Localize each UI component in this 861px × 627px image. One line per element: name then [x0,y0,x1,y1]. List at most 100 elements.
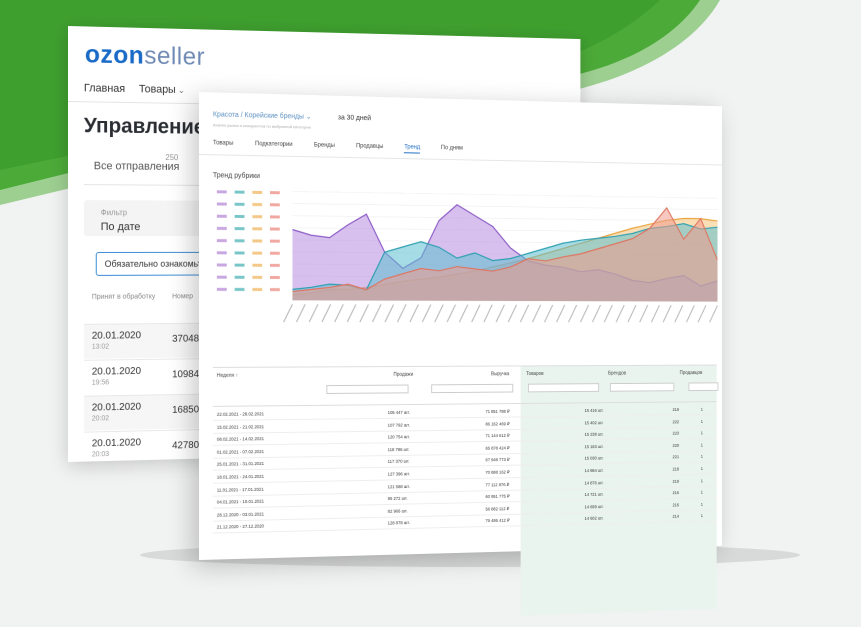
logo-seller-text: seller [144,41,206,71]
column-header[interactable]: Неделя ↑ [217,373,238,379]
x-tick-label [284,304,293,322]
axis-tick-label [270,215,280,219]
x-tick-label [686,305,694,322]
cell-week: 22.02.2021 - 28.02.2021 [216,411,265,417]
cell-sales: 128 878 шт. [387,520,410,526]
tab-2[interactable]: Бренды [314,142,335,151]
trend-chart [217,182,718,347]
x-tick-label [459,305,467,322]
cell-goods: 14 602 шт. [584,515,604,522]
axis-tick-label [252,275,263,279]
column-header[interactable]: Продажи [393,372,413,378]
tab-1[interactable]: Подкатегории [255,141,293,151]
filter-input[interactable] [688,382,719,392]
tab-5[interactable]: По дням [441,145,463,154]
grid-line [292,204,717,210]
cell-week: 28.12.2020 - 03.01.2021 [216,511,265,518]
row-date: 20.01.2020 [91,365,142,378]
cell-week: 21.12.2020 - 27.12.2020 [216,523,265,530]
x-tick-label [592,305,600,322]
x-tick-label [663,305,671,322]
x-tick-label [557,305,565,322]
cell-sales: 121 588 шт. [387,483,410,489]
axis-tick-label [270,203,280,207]
cell-revenue: 71 851 788 ₽ [485,408,510,414]
cell-sellers: 1 [700,418,703,424]
cell-week: 04.01.2021 - 10.01.2021 [216,498,265,505]
breadcrumb[interactable]: Красота / Корейские бренды ⌄ [213,110,312,120]
logo-ozon-text: ozon [84,40,145,70]
ozon-seller-logo[interactable]: ozonseller [85,40,205,71]
cell-week: 01.02.2021 - 07.02.2021 [216,448,265,455]
row-date: 20.01.2020 [91,437,142,450]
nav-item-products[interactable]: Товары ⌄ [139,83,185,96]
tab-0[interactable]: Товары [213,140,233,149]
axis-tick-label [234,275,245,279]
nav-item-home[interactable]: Главная [84,82,125,95]
x-tick-label [508,305,516,322]
cell-revenue: 60 951 775 ₽ [485,493,510,500]
cell-sellers: 1 [700,489,703,495]
x-tick-label [360,304,369,322]
chart-title: Тренд рубрики [212,172,260,181]
cell-sellers: 1 [700,406,703,412]
cell-brands: 220 [672,442,680,448]
cell-revenue: 86 162 469 ₽ [485,421,510,427]
axis-tick-label [217,190,228,195]
row-number: 42780 [172,439,200,452]
cell-goods: 15 238 шт. [584,431,604,437]
filter-input[interactable] [431,383,514,394]
column-header-number: Номер [172,293,193,301]
cell-revenue: 70 888 162 ₽ [485,469,510,475]
cell-brands: 218 [672,466,680,472]
cell-week: 25.01.2021 - 31.01.2021 [216,461,265,468]
tab-all-shipments[interactable]: Все отправления [94,160,180,173]
cell-goods: 15 183 шт. [584,443,604,449]
axis-tick-label [270,227,280,231]
x-tick-label [447,305,455,322]
period-select[interactable]: за 30 дней [338,114,371,122]
axis-tick-label [217,227,228,231]
cell-sales: 107 792 шт. [387,422,410,428]
cell-week: 18.01.2021 - 24.01.2021 [216,473,265,480]
row-time: 20:03 [91,451,110,459]
x-tick-label [347,304,356,322]
axis-tick-label [270,239,280,243]
filter-input[interactable] [609,382,675,392]
x-tick-label [651,305,659,322]
axis-tick-label [252,239,263,243]
row-number: 10984 [172,369,200,381]
cell-week: 11.01.2021 - 17.01.2021 [216,486,264,493]
row-date: 20.01.2020 [91,330,142,342]
x-tick-label [628,305,636,322]
cell-goods: 15 416 шт. [584,407,604,413]
column-header[interactable]: Выручка [491,371,509,377]
axis-tick-label [252,288,263,292]
column-header[interactable]: Товаров [526,371,543,377]
filter-input[interactable] [326,384,409,394]
cell-sales: 117 370 шт. [387,459,410,465]
column-header[interactable]: Продавцов [680,370,703,376]
x-tick-label [335,304,344,322]
breadcrumb-text: Красота / Корейские бренды [212,111,304,121]
x-tick-label [532,305,540,322]
cell-sellers: 1 [700,466,703,471]
x-tick-label [435,305,443,323]
row-time: 13:02 [91,343,110,351]
filter-input[interactable] [527,383,600,393]
axis-tick-label [234,227,245,231]
cell-brands: 216 [672,490,680,496]
tab-4[interactable]: Тренд [404,144,421,154]
column-header[interactable]: Брендов [608,371,626,377]
axis-tick-label [252,202,263,207]
cell-goods: 15 030 шт. [584,455,604,462]
cell-revenue: 67 948 773 ₽ [485,457,510,463]
nav-label: Товары [138,83,176,96]
cell-brands: 221 [672,454,680,460]
cell-goods: 14 659 шт. [584,503,604,510]
axis-tick-label [252,263,263,267]
tab-3[interactable]: Продавцы [356,143,383,152]
axis-tick-label [234,239,245,243]
cell-sales: 95 272 шт. [387,495,408,502]
axis-tick-label [234,263,245,267]
